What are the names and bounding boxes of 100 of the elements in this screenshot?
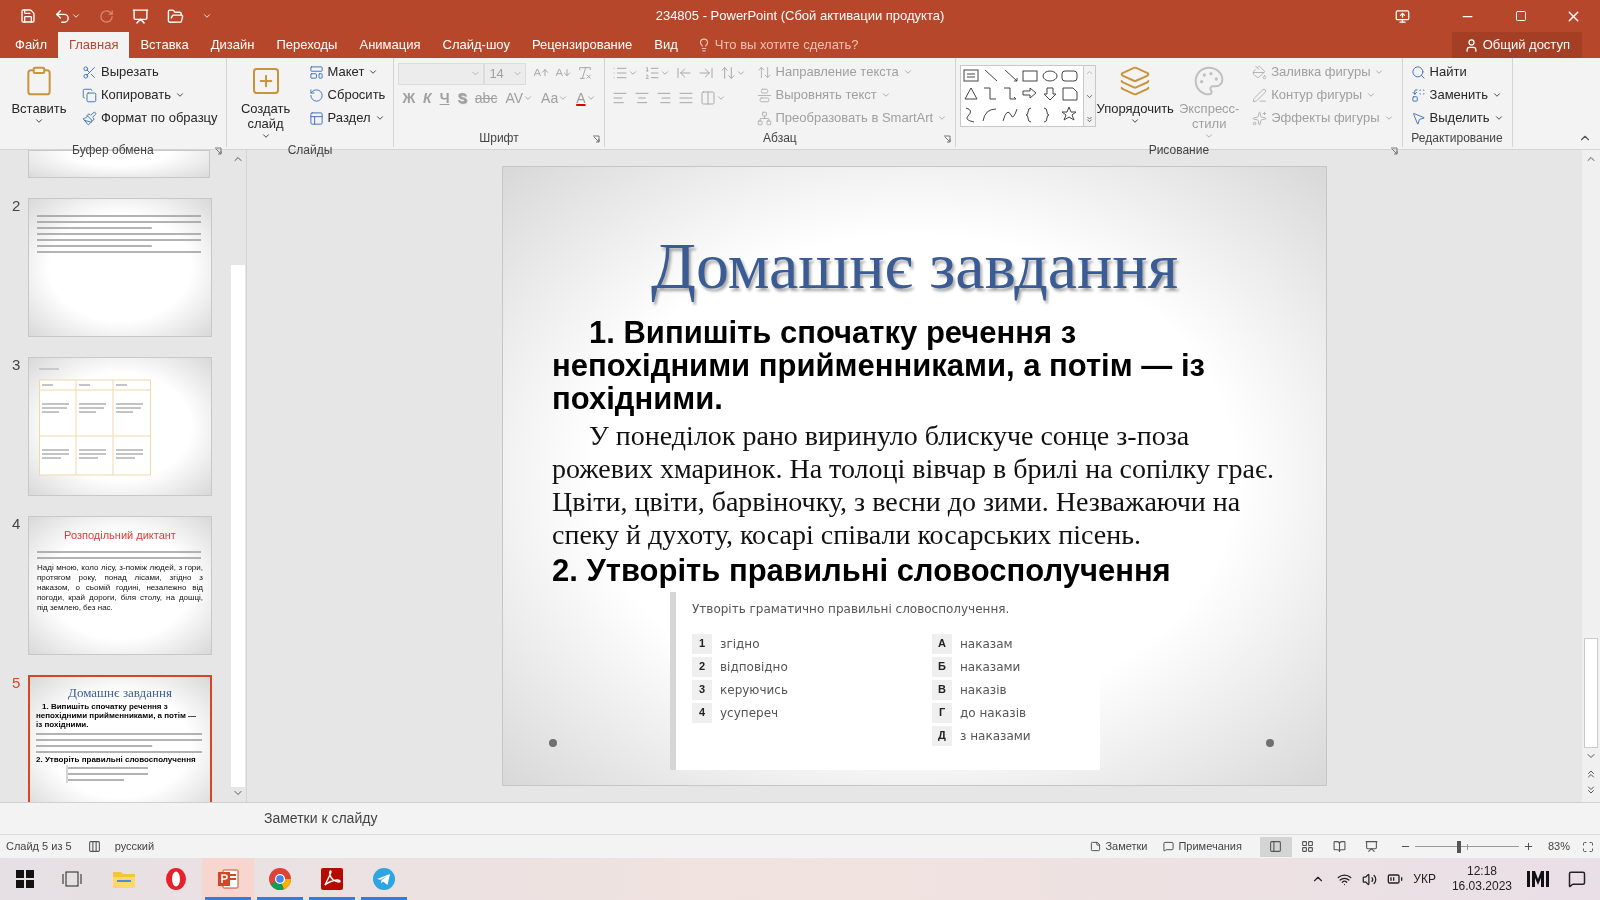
battery-icon[interactable] <box>1387 871 1404 887</box>
comment-icon <box>1163 841 1175 852</box>
ribbon-tab[interactable]: Главная <box>57 32 130 58</box>
answer-key: Б <box>932 656 952 677</box>
text-direction-icon <box>756 64 772 80</box>
ribbon-button[interactable]: Найти <box>1406 61 1471 83</box>
next-slide-icon[interactable] <box>1585 784 1597 796</box>
task-heading: 1. Випишіть спочатку речення з непохідними прийменниками, а потім — із похідними. <box>552 316 1206 415</box>
ribbon-button[interactable]: Заменить <box>1406 84 1506 106</box>
copy-icon <box>82 87 97 103</box>
ribbon-button[interactable]: Вырезать <box>78 61 163 83</box>
slide-title: Розподільний диктант <box>63 528 177 543</box>
notes-placeholder: Заметки к слайду <box>264 809 378 828</box>
zoom-in-icon[interactable] <box>1522 841 1534 852</box>
view-button[interactable] <box>1259 836 1292 857</box>
ribbon-tab[interactable]: Дизайн <box>199 32 266 58</box>
windows-start-icon[interactable] <box>16 870 34 888</box>
previous-slide-icon[interactable] <box>1585 768 1597 780</box>
language-label[interactable]: русский <box>114 838 155 855</box>
ribbon-tab[interactable]: Слайд-шоу <box>431 32 521 58</box>
dialog-launcher-icon[interactable] <box>591 135 600 143</box>
tray-app-icon[interactable] <box>1526 869 1550 889</box>
group-label: Редактирование <box>1411 130 1503 147</box>
clock[interactable]: 12:18 16.03.2023 <box>1451 864 1512 894</box>
slide-thumbnail[interactable] <box>28 357 212 496</box>
notifications-icon[interactable] <box>1568 870 1586 888</box>
notes-pane[interactable]: Заметки к слайду <box>0 802 1600 834</box>
caret-icon <box>1383 113 1394 123</box>
ribbon-tab[interactable]: Переходы <box>265 32 349 58</box>
ribbon-button[interactable]: Копировать <box>78 84 189 106</box>
slide-thumbnail[interactable]: Домашнє завдання 1. Випишіть спочатку речення з непохідними прийменниками, а потім — із похідними. 2. Утворіть правильні словосполучення <box>28 675 212 802</box>
fit-slide-icon[interactable] <box>1582 840 1594 853</box>
save-icon[interactable] <box>20 8 36 24</box>
caret-icon <box>627 68 638 78</box>
normal-view-icon <box>1269 840 1283 853</box>
comments-button[interactable]: Примечания <box>1163 838 1242 855</box>
caret-icon <box>1366 90 1377 100</box>
clock-time: 12:18 <box>1466 864 1497 879</box>
task-heading: 2. Утворіть правильні словосполучення <box>552 553 1172 588</box>
dialog-launcher-icon[interactable] <box>1389 147 1398 155</box>
notes-button[interactable]: Заметки <box>1090 838 1148 855</box>
ribbon-options-icon[interactable] <box>1395 8 1410 24</box>
slide-title: Домашнє завдання <box>67 685 173 700</box>
zoom-thumb[interactable] <box>1456 840 1461 853</box>
answer-key: Д <box>932 725 952 746</box>
search-icon <box>1410 64 1426 80</box>
exercise-instruction: Утворіть граматично правильні словосполучення. <box>692 601 1011 618</box>
zoom-reading[interactable]: 83% <box>1547 838 1570 855</box>
dialog-launcher-icon[interactable] <box>943 135 952 143</box>
tell-me-field[interactable]: Что вы хотите сделать? <box>688 32 867 58</box>
dialog-launcher-icon[interactable] <box>213 147 222 155</box>
opera-icon <box>164 867 188 891</box>
task-heading: 2. Утворіть правильні словосполучення <box>36 755 197 764</box>
expand-icon[interactable] <box>1085 115 1095 124</box>
align-justify-icon <box>677 90 694 106</box>
ribbon-tab[interactable]: Файл <box>4 32 58 58</box>
line-spacing-icon <box>719 65 736 81</box>
ribbon-button[interactable]: Вставить <box>4 61 74 141</box>
caret-icon <box>659 68 670 78</box>
answer-key: 2 <box>692 656 712 677</box>
presentation-icon[interactable] <box>132 7 149 25</box>
ribbon-tab[interactable]: Вставка <box>129 32 200 58</box>
folder-icon[interactable] <box>167 7 184 25</box>
ribbon-button[interactable]: Макет <box>304 61 383 83</box>
taskbar-app[interactable] <box>202 858 254 900</box>
volume-icon[interactable] <box>1362 871 1378 887</box>
styles-icon <box>1193 65 1226 97</box>
ribbon-button[interactable]: Создать слайд <box>230 61 301 141</box>
button-label: Упорядочить <box>1096 101 1174 116</box>
input-language[interactable]: УКР <box>1413 870 1436 888</box>
ribbon-tab[interactable]: Вид <box>643 32 689 58</box>
button-label: Макет <box>327 63 365 82</box>
caret-icon <box>1130 116 1141 126</box>
caret-icon <box>715 93 726 103</box>
window-title: 234805 - PowerPoint (Сбой активации продукта) <box>655 7 945 26</box>
ribbon-button[interactable]: Выделить <box>1406 107 1508 129</box>
zoom-slider[interactable] <box>1414 840 1519 853</box>
group-label: Слайды <box>287 142 333 159</box>
ribbon-button[interactable]: Сбросить <box>304 84 390 106</box>
paintbrush-icon <box>82 110 97 126</box>
caret-icon <box>1491 90 1502 100</box>
answer-key: 3 <box>692 679 712 700</box>
ribbon-tab[interactable]: Анимация <box>348 32 432 58</box>
ribbon-tab[interactable]: Рецензирование <box>520 32 644 58</box>
share-button[interactable]: Общий доступ <box>1451 32 1582 58</box>
scroll-thumb[interactable] <box>231 265 245 787</box>
slide-thumbnail[interactable] <box>28 198 212 337</box>
scrollbar[interactable] <box>1582 150 1600 802</box>
ribbon-button[interactable]: Формат по образцу <box>78 107 222 129</box>
caret-icon <box>34 116 44 126</box>
scroll-thumb[interactable] <box>1584 638 1598 748</box>
button-label: Найти <box>1429 63 1467 82</box>
exercise-paragraph: У понеділок рано виринуло блискуче сонце з-поза рожевих хмаринок. На толоці вівчар в брилі на сопілку грає. Цвіти, цвіти, барвіночку, з весни до зими. Незважаючи на спеку й духоту, косарі співали косарських пісень. <box>552 419 1275 551</box>
group-label: Абзац <box>763 130 797 147</box>
ribbon-button[interactable]: Раздел <box>304 107 389 129</box>
caret-icon <box>1493 113 1504 123</box>
network-icon[interactable] <box>1337 871 1353 887</box>
undo-icon[interactable] <box>54 7 71 25</box>
slide-thumbnail[interactable] <box>28 516 212 655</box>
maximize-icon[interactable] <box>1515 10 1527 22</box>
